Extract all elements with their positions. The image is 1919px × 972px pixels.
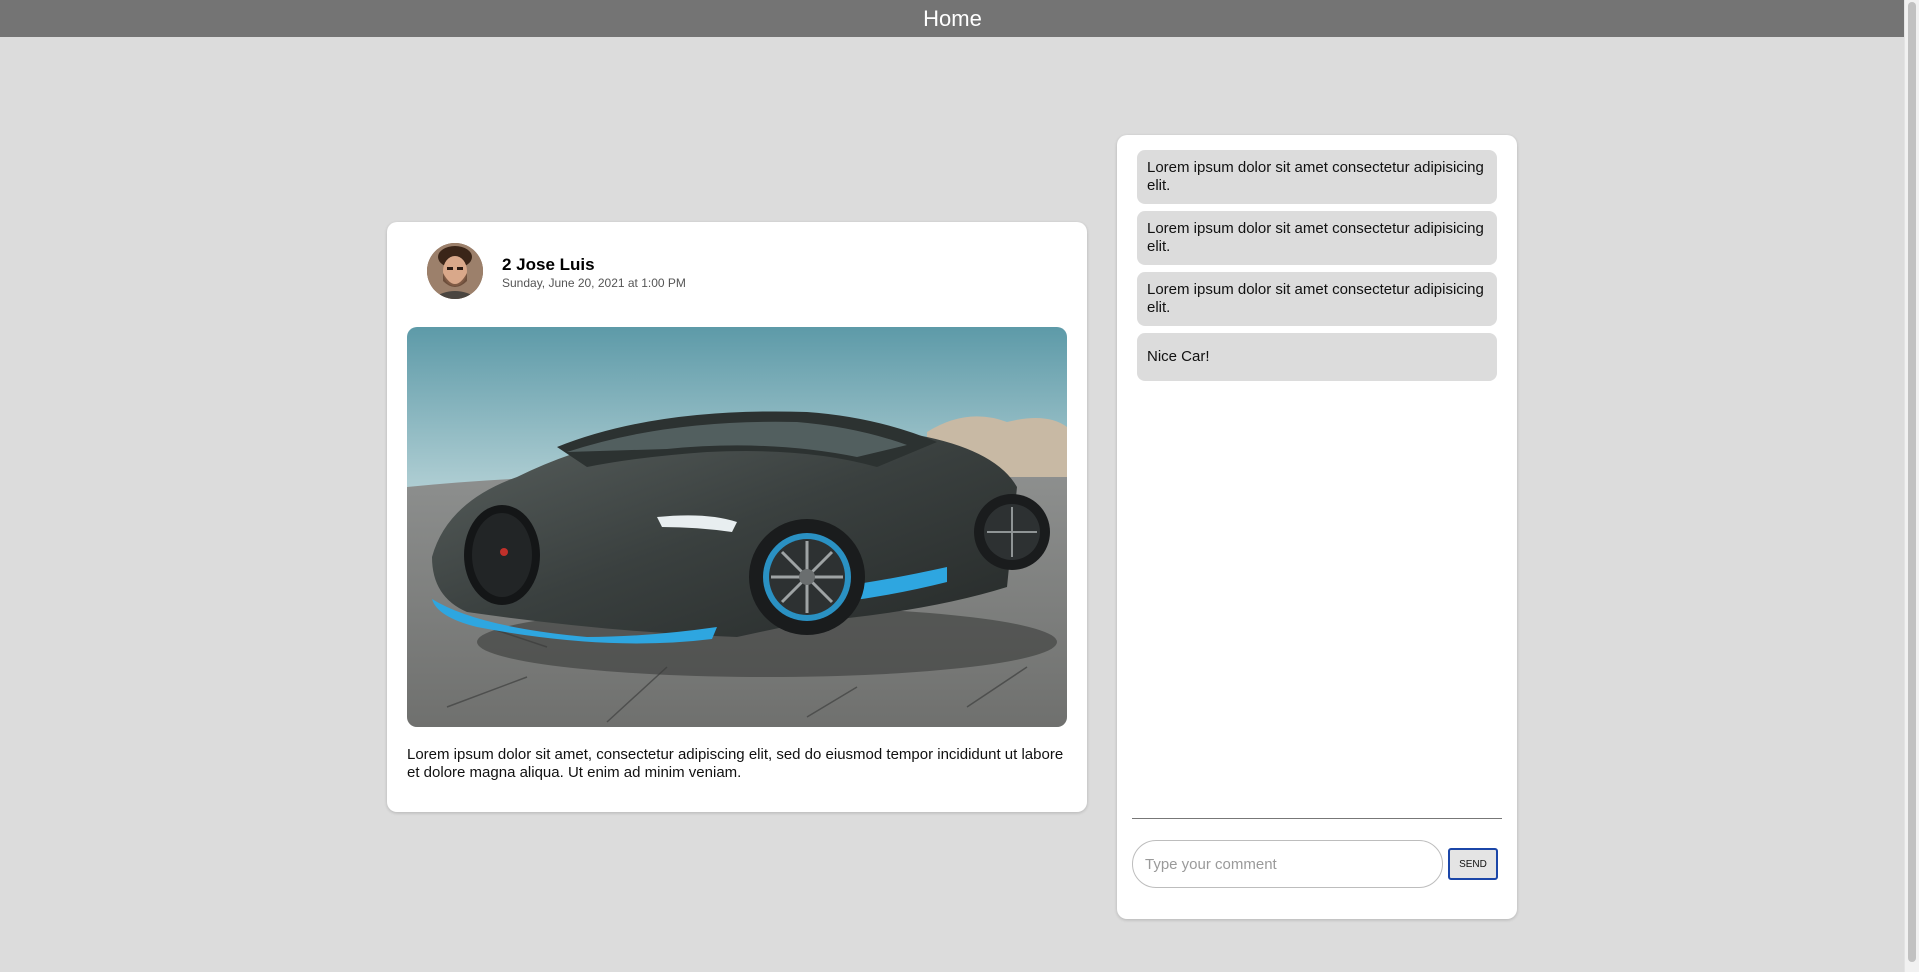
comment-list: Lorem ipsum dolor sit amet consectetur a… (1137, 150, 1497, 388)
avatar[interactable] (427, 243, 483, 299)
post-body-text: Lorem ipsum dolor sit amet, consectetur … (407, 746, 1064, 781)
page-title: Home (923, 5, 982, 31)
post-date: Sunday, June 20, 2021 at 1:00 PM (502, 275, 686, 290)
comments-panel: Lorem ipsum dolor sit amet consectetur a… (1117, 135, 1517, 919)
comment-item: Nice Car! (1137, 333, 1497, 381)
post-image[interactable] (407, 327, 1067, 727)
scrollbar-thumb[interactable] (1908, 2, 1916, 962)
avatar-image (427, 243, 483, 299)
send-button[interactable]: SEND (1448, 848, 1498, 880)
comment-item: Lorem ipsum dolor sit amet consectetur a… (1137, 150, 1497, 204)
post-card: 2 Jose Luis Sunday, June 20, 2021 at 1:0… (387, 222, 1087, 812)
comment-input[interactable] (1132, 840, 1443, 888)
divider (1132, 818, 1502, 819)
car-photo (407, 327, 1067, 727)
comment-item: Lorem ipsum dolor sit amet consectetur a… (1137, 272, 1497, 326)
top-bar: Home (0, 0, 1905, 37)
comment-item: Lorem ipsum dolor sit amet consectetur a… (1137, 211, 1497, 265)
vertical-scrollbar[interactable] (1904, 0, 1919, 972)
author-name[interactable]: 2 Jose Luis (502, 255, 686, 275)
post-meta: 2 Jose Luis Sunday, June 20, 2021 at 1:0… (502, 255, 686, 290)
post-header: 2 Jose Luis Sunday, June 20, 2021 at 1:0… (427, 243, 686, 299)
